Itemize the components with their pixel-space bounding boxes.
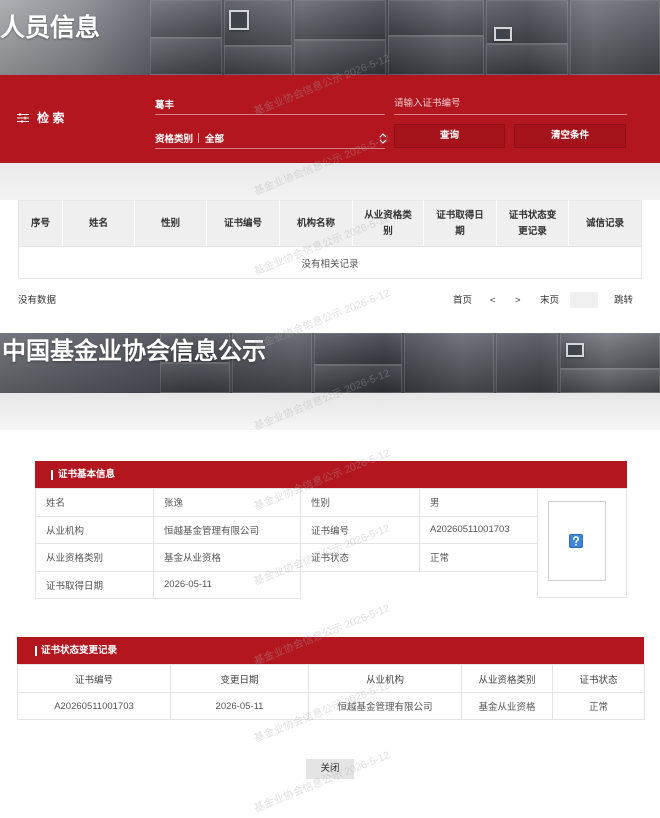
- change-log-table: 证书编号 变更日期 从业机构 从业资格类别 证书状态 A202605110017…: [17, 664, 645, 720]
- query-button[interactable]: 查询: [394, 124, 505, 148]
- cabinet-drawer: [294, 0, 386, 40]
- info-label: 姓名: [35, 488, 154, 517]
- label-holder: [229, 10, 249, 30]
- cabinet-drawer: [294, 40, 386, 75]
- info-row: 从业机构 恒越基金管理有限公司 证书编号 A20260511001703: [35, 515, 538, 544]
- filter-icon: [17, 113, 29, 123]
- cabinet-drawer: [314, 365, 402, 393]
- pager-first-link[interactable]: 首页: [453, 294, 472, 308]
- cabinet-drawer: [224, 46, 292, 75]
- cabinet-drawer: [560, 369, 660, 393]
- basic-info-table: 姓名 张逸 性别 男 从业机构 恒越基金管理有限公司 证书编号 A2026051…: [35, 488, 538, 599]
- cabinet-drawer: [314, 333, 402, 365]
- info-label: 性别: [300, 488, 420, 517]
- info-empty-cell: [301, 571, 538, 599]
- col-header-qualification: 从业资格类别: [352, 200, 424, 247]
- cell-qualification: 基金从业资格: [461, 692, 553, 720]
- basic-info-heading-text: 证书基本信息: [58, 469, 116, 480]
- cabinet-drawer: [150, 0, 222, 38]
- category-value: 全部: [205, 133, 225, 145]
- info-value: A20260511001703: [419, 515, 538, 544]
- change-log-heading: 证书状态变更记录: [17, 637, 644, 664]
- label-holder: [494, 27, 512, 41]
- info-label: 从业机构: [35, 515, 154, 544]
- info-row: 姓名 张逸 性别 男: [35, 488, 538, 517]
- info-value: 恒越基金管理有限公司: [153, 515, 301, 544]
- field-divider: [198, 132, 200, 143]
- cabinet-drawer: [160, 363, 230, 393]
- search-section-label: 检 索: [37, 111, 65, 125]
- info-label: 从业资格类别: [35, 543, 154, 572]
- cabinet-drawer: [150, 38, 222, 75]
- info-value: 2026-05-11: [153, 570, 301, 599]
- sort-arrows-icon: [379, 133, 387, 144]
- heading-bar: [35, 646, 37, 656]
- info-row: 证书取得日期 2026-05-11: [35, 570, 538, 599]
- col-header-institution: 机构名称: [279, 200, 353, 247]
- heading-bar: [51, 470, 53, 480]
- info-value: 男: [419, 488, 538, 517]
- col-header-qualification: 从业资格类别: [461, 664, 553, 693]
- info-label: 证书状态: [300, 543, 420, 572]
- col-header-cert-status: 证书状态: [552, 664, 645, 693]
- cabinet-drawer: [404, 333, 494, 393]
- cabinet-drawer: [496, 333, 558, 393]
- col-header-name: 姓名: [62, 200, 135, 247]
- banner-image: 中国基金业协会信息公示: [0, 333, 660, 393]
- cabinet-drawer: [486, 44, 568, 75]
- table-row: 没有相关记录: [18, 246, 642, 279]
- qualification-category-select[interactable]: 资格类别 全部: [155, 127, 387, 149]
- change-log-heading-text: 证书状态变更记录: [41, 645, 118, 656]
- name-input[interactable]: [155, 93, 385, 115]
- info-value: 张逸: [153, 488, 301, 517]
- label-holder: [566, 343, 584, 357]
- detail-page-title: 中国基金业协会信息公示: [2, 338, 266, 365]
- cell-cert-number: A20260511001703: [17, 692, 171, 720]
- cabinet-drawer: [388, 0, 484, 36]
- basic-info-heading: 证书基本信息: [35, 461, 627, 488]
- cell-institution: 恒越基金管理有限公司: [308, 692, 462, 720]
- clear-conditions-button[interactable]: 清空条件: [514, 124, 626, 148]
- watermark: 基金业协会信息公示 2026-5-12: [252, 749, 392, 815]
- cell-cert-status: 正常: [552, 692, 645, 720]
- pager-last-link[interactable]: 末页: [540, 294, 559, 308]
- close-button[interactable]: 关闭: [306, 759, 354, 779]
- pager-next-link[interactable]: >: [515, 294, 521, 308]
- cell-change-date: 2026-05-11: [170, 692, 309, 720]
- table-row: A20260511001703 2026-05-11 恒越基金管理有限公司 基金…: [17, 692, 645, 720]
- col-header-gender: 性别: [134, 200, 207, 247]
- col-header-cert-number: 证书编号: [206, 200, 280, 247]
- results-background: [0, 163, 660, 200]
- page-number-input[interactable]: [570, 292, 598, 308]
- pager-prev-link[interactable]: <: [490, 294, 496, 308]
- cabinet-drawer: [388, 36, 484, 75]
- banner-image: 人员信息: [0, 0, 660, 75]
- cabinet-drawer: [570, 0, 660, 75]
- info-row: 从业资格类别 基金从业资格 证书状态 正常: [35, 543, 538, 572]
- col-header-integrity: 诚信记录: [568, 200, 642, 247]
- broken-image-icon: [569, 534, 583, 548]
- info-value: 基金从业资格: [153, 543, 301, 572]
- info-value: 正常: [419, 543, 538, 572]
- col-header-institution: 从业机构: [308, 664, 462, 693]
- pager-status: 没有数据: [18, 295, 57, 306]
- detail-background: [0, 393, 660, 430]
- certificate-number-input[interactable]: [394, 93, 627, 115]
- col-header-cert-date: 证书取得日期: [423, 200, 497, 247]
- col-header-index: 序号: [18, 200, 63, 247]
- category-label: 资格类别: [155, 133, 194, 145]
- search-panel: 检 索 资格类别 全部 查询 清空条件: [0, 75, 660, 163]
- table-header-row: 序号 姓名 性别 证书编号 机构名称 从业资格类别 证书取得日期 证书状态变更记…: [18, 200, 642, 247]
- results-table: 序号 姓名 性别 证书编号 机构名称 从业资格类别 证书取得日期 证书状态变更记…: [18, 200, 642, 279]
- col-header-cert-number: 证书编号: [17, 664, 171, 693]
- page-title: 人员信息: [0, 14, 101, 42]
- info-label: 证书取得日期: [35, 570, 154, 599]
- col-header-change-date: 变更日期: [170, 664, 309, 693]
- pager-jump-button[interactable]: 跳转: [614, 294, 633, 308]
- info-label: 证书编号: [300, 515, 420, 544]
- col-header-status-log: 证书状态变更记录: [496, 200, 569, 247]
- change-log-header-row: 证书编号 变更日期 从业机构 从业资格类别 证书状态: [17, 664, 645, 693]
- empty-message: 没有相关记录: [18, 246, 642, 279]
